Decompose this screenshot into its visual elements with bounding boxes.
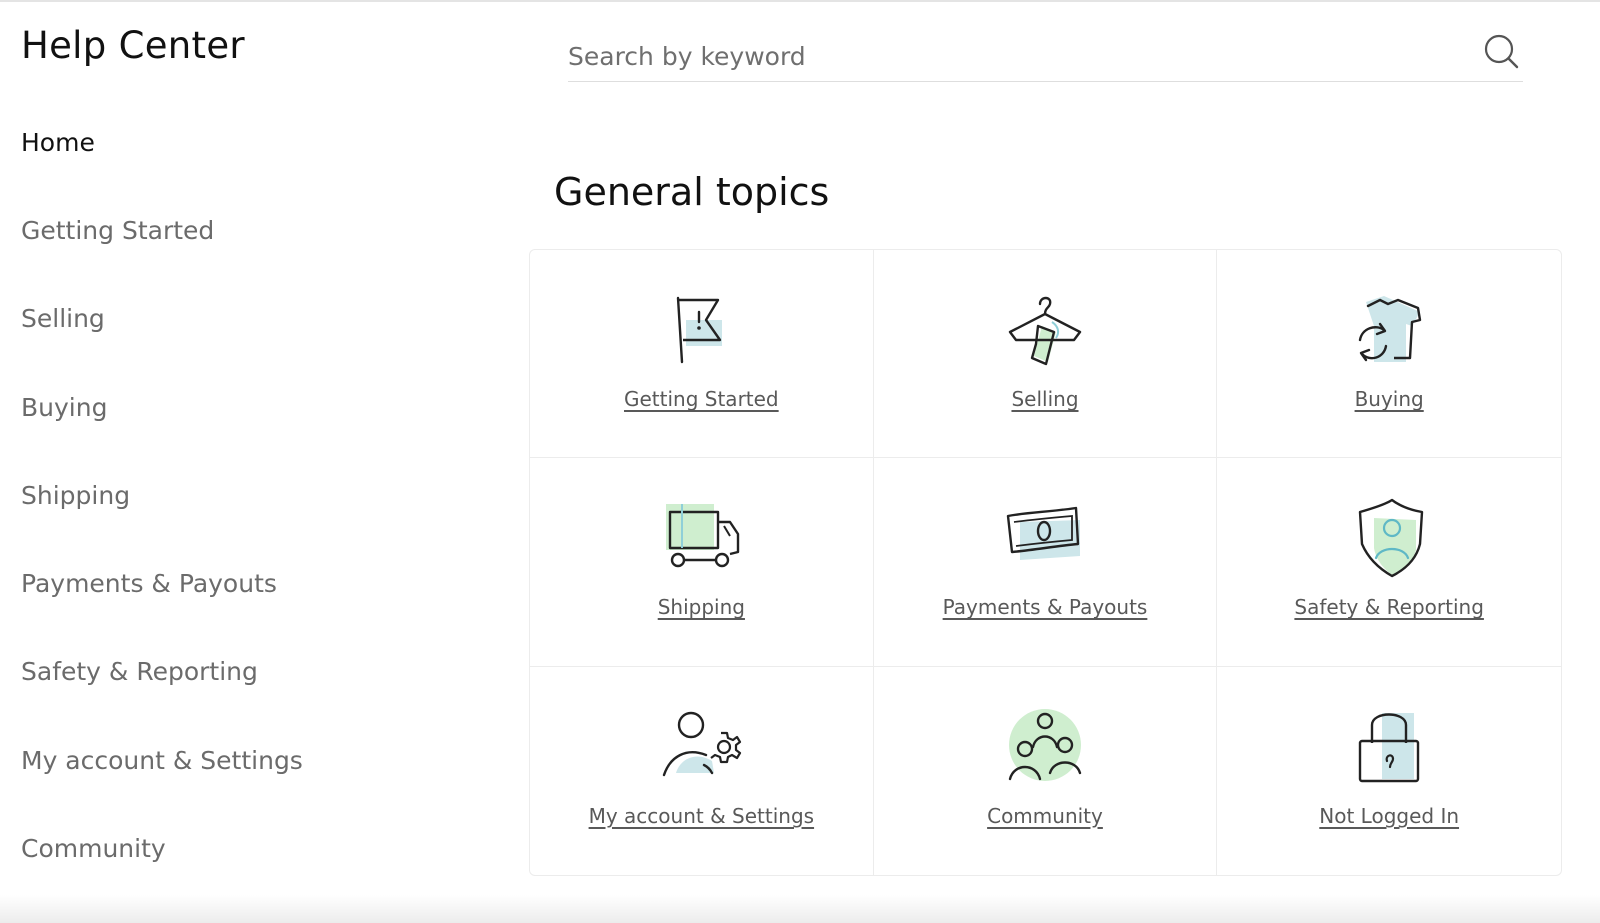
topic-label[interactable]: Community xyxy=(874,804,1217,828)
sidebar-item-buying[interactable]: Buying xyxy=(21,393,107,422)
user-gear-icon xyxy=(656,707,746,787)
search-icon xyxy=(1484,34,1519,69)
sidebar-item-home[interactable]: Home xyxy=(21,128,95,157)
search-input[interactable] xyxy=(568,36,1448,76)
search-button[interactable] xyxy=(1480,30,1524,74)
sidebar-item-account[interactable]: My account & Settings xyxy=(21,746,303,775)
topic-card-payments[interactable]: Payments & Payouts xyxy=(873,458,1218,667)
hanger-tag-icon xyxy=(1000,290,1090,370)
topic-card-safety[interactable]: Safety & Reporting xyxy=(1217,458,1561,667)
padlock-icon xyxy=(1344,707,1434,787)
topic-label[interactable]: Getting Started xyxy=(530,387,873,411)
search-bar xyxy=(568,28,1523,82)
topic-label[interactable]: My account & Settings xyxy=(530,804,873,828)
topics-grid: Getting Started Selling Buying Shipping … xyxy=(529,249,1562,876)
topic-card-buying[interactable]: Buying xyxy=(1217,250,1561,459)
sidebar-item-getting-started[interactable]: Getting Started xyxy=(21,216,214,245)
topic-label[interactable]: Buying xyxy=(1217,387,1561,411)
sidebar-item-selling[interactable]: Selling xyxy=(21,304,105,333)
section-title: General topics xyxy=(554,170,830,214)
shield-user-icon xyxy=(1344,498,1434,578)
people-group-icon xyxy=(1000,707,1090,787)
topic-label[interactable]: Safety & Reporting xyxy=(1217,595,1561,619)
topic-card-getting-started[interactable]: Getting Started xyxy=(530,250,874,459)
flag-icon xyxy=(656,290,746,370)
sidebar-item-safety[interactable]: Safety & Reporting xyxy=(21,657,258,686)
top-border xyxy=(0,0,1600,2)
sidebar-item-payments[interactable]: Payments & Payouts xyxy=(21,569,277,598)
topic-card-not-logged-in[interactable]: Not Logged In xyxy=(1217,667,1561,875)
sidebar-item-shipping[interactable]: Shipping xyxy=(21,481,130,510)
topic-card-community[interactable]: Community xyxy=(874,666,1218,875)
app-title[interactable]: Help Center xyxy=(21,24,245,67)
tshirt-refresh-icon xyxy=(1344,290,1434,370)
topic-label[interactable]: Selling xyxy=(874,387,1217,411)
topic-label[interactable]: Shipping xyxy=(530,595,873,619)
banknote-icon xyxy=(1000,498,1090,578)
topic-card-account[interactable]: My account & Settings xyxy=(530,666,874,875)
topic-label[interactable]: Not Logged In xyxy=(1217,804,1561,828)
bottom-shadow xyxy=(0,895,1600,923)
topic-card-shipping[interactable]: Shipping xyxy=(530,458,874,667)
topic-label[interactable]: Payments & Payouts xyxy=(874,595,1217,619)
sidebar-item-community[interactable]: Community xyxy=(21,834,166,863)
topic-card-selling[interactable]: Selling xyxy=(873,250,1218,459)
truck-icon xyxy=(656,498,746,578)
